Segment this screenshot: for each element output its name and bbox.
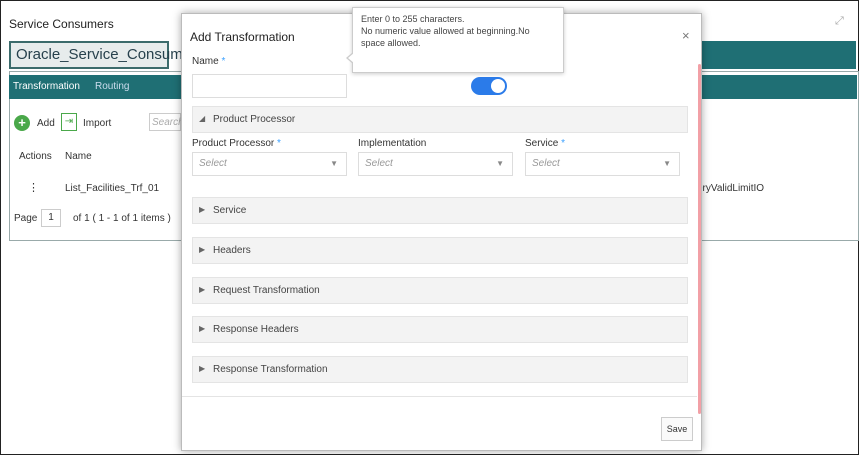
implementation-select[interactable]: Select ▼ <box>358 152 513 176</box>
caret-right-icon: ▶ <box>199 324 206 333</box>
name-label-text: Name <box>192 56 219 67</box>
caret-expanded-icon: ◢ <box>199 114 206 123</box>
service-label-text: Service <box>525 138 559 149</box>
table-row-name: List_Facilities_Trf_01 <box>65 183 160 194</box>
caret-right-icon: ▶ <box>199 364 206 373</box>
chevron-down-icon: ▼ <box>663 159 671 168</box>
section-label: Product Processor <box>213 114 296 125</box>
implementation-label: Implementation <box>358 138 427 149</box>
tooltip-line-1: Enter 0 to 255 characters. <box>361 14 465 24</box>
search-input[interactable]: Search <box>149 113 184 131</box>
consumer-name-header: Oracle_Service_Consumer <box>9 41 196 69</box>
product-processor-select[interactable]: Select ▼ <box>192 152 347 176</box>
product-processor-label-text: Product Processor <box>192 138 275 149</box>
footer-divider <box>182 396 697 397</box>
section-headers[interactable]: ▶ Headers <box>192 237 688 264</box>
required-marker: * <box>221 56 226 67</box>
application-frame: Service Consumers ⤢ Oracle_Service_Consu… <box>0 0 859 455</box>
add-button[interactable]: Add <box>37 118 55 129</box>
window-title: Service Consumers <box>9 17 114 31</box>
tooltip-arrow-inner <box>348 53 354 63</box>
section-label: Headers <box>213 245 251 256</box>
section-response-headers[interactable]: ▶ Response Headers <box>192 316 688 343</box>
save-button[interactable]: Save <box>661 417 693 441</box>
select-value: Select <box>532 158 560 169</box>
section-label: Service <box>213 205 247 216</box>
pagination-label: Page <box>14 213 38 224</box>
chevron-down-icon: ▼ <box>330 159 338 168</box>
service-select[interactable]: Select ▼ <box>525 152 680 176</box>
close-icon[interactable]: × <box>682 28 690 43</box>
expand-icon[interactable]: ⤢ <box>835 15 844 28</box>
tab-transformation[interactable]: Transformation <box>13 81 80 92</box>
section-label: Response Headers <box>213 324 299 335</box>
import-icon[interactable]: ⇥ <box>61 113 77 131</box>
select-value: Select <box>199 158 227 169</box>
consumer-header-bar <box>696 41 856 69</box>
row-actions-menu[interactable]: ⋮ <box>28 181 39 194</box>
required-marker: * <box>561 138 566 149</box>
tooltip-line-2: No numeric value allowed at beginning.No… <box>361 26 530 48</box>
caret-right-icon: ▶ <box>199 285 206 294</box>
page-number-input[interactable]: 1 <box>41 209 61 227</box>
section-label: Request Transformation <box>213 285 320 296</box>
column-header-actions: Actions <box>19 151 52 162</box>
chevron-down-icon: ▼ <box>496 159 504 168</box>
toggle-switch[interactable] <box>471 77 507 95</box>
section-service[interactable]: ▶ Service <box>192 197 688 224</box>
import-button[interactable]: Import <box>83 118 111 129</box>
column-header-name: Name <box>65 151 92 162</box>
required-marker: * <box>277 138 281 149</box>
section-request-transformation[interactable]: ▶ Request Transformation <box>192 277 688 304</box>
select-value: Select <box>365 158 393 169</box>
section-label: Response Transformation <box>213 364 328 375</box>
table-row-extra: eryValidLimitIO <box>697 183 765 194</box>
name-field-tooltip: Enter 0 to 255 characters. No numeric va… <box>346 7 564 73</box>
product-processor-label: Product Processor * <box>192 138 281 149</box>
tab-bar-extension <box>696 75 857 99</box>
dialog-title: Add Transformation <box>190 30 295 44</box>
section-response-transformation[interactable]: ▶ Response Transformation <box>192 356 688 383</box>
toggle-knob <box>491 79 505 93</box>
service-label: Service * <box>525 138 565 149</box>
caret-right-icon: ▶ <box>199 205 206 214</box>
pagination-info: of 1 ( 1 - 1 of 1 items ) <box>73 213 171 224</box>
dialog-scrollbar[interactable] <box>698 64 701 414</box>
name-input[interactable] <box>192 74 347 98</box>
caret-right-icon: ▶ <box>199 245 206 254</box>
add-icon[interactable]: + <box>14 115 30 131</box>
tab-routing[interactable]: Routing <box>95 81 129 92</box>
name-label: Name * <box>192 56 225 67</box>
section-product-processor[interactable]: ◢ Product Processor <box>192 106 688 133</box>
add-transformation-dialog: Add Transformation × Name * ◢ Product Pr… <box>181 13 702 451</box>
